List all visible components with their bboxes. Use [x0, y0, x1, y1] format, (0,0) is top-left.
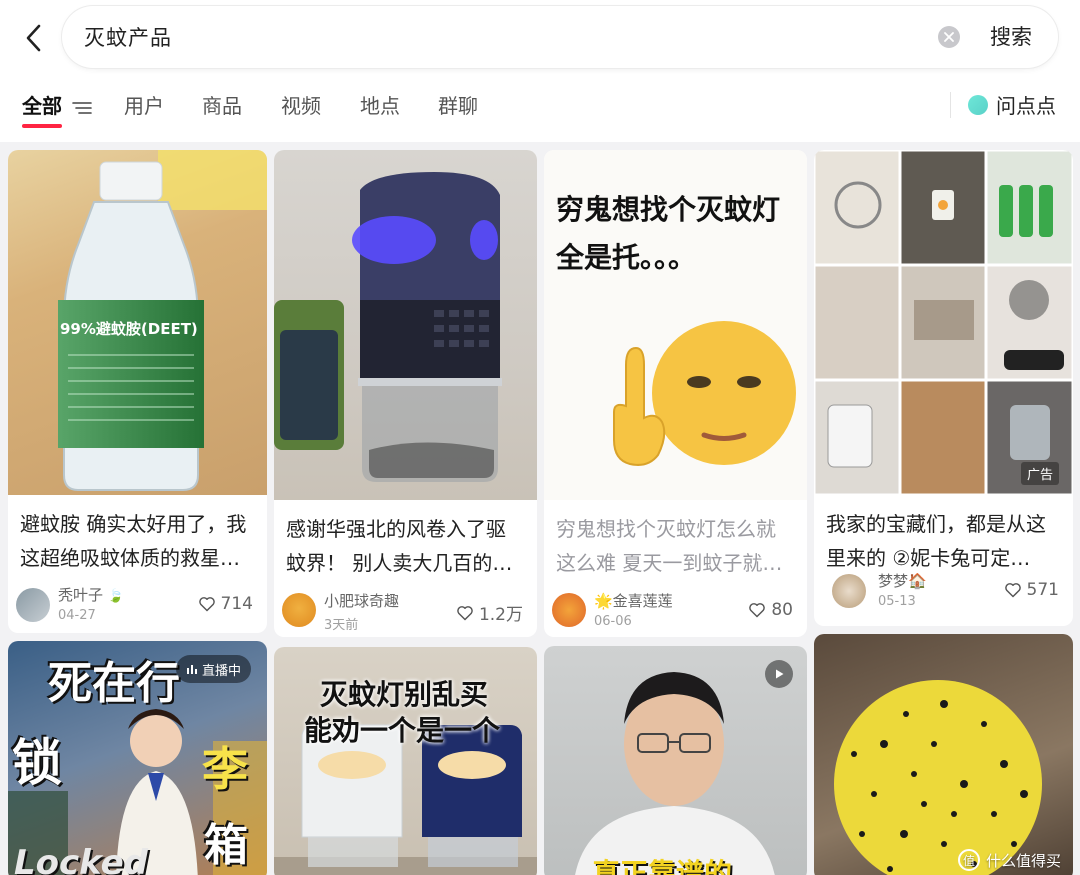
note-card[interactable]: 广告 我家的宝藏们，都是从这里来的 ②妮卡兔可定… 梦梦🏠 05-13 571: [814, 150, 1073, 626]
search-results-page: 灭蚊产品 搜索 全部 用户 商品 视频 地点 群聊 问点点 99%避蚊胺(DEE…: [0, 0, 1080, 875]
image-text-line2: 能劝一个是一个: [304, 714, 501, 747]
card-image: 穷鬼想找个灭蚊灯 全是托。。。: [544, 150, 807, 500]
live-title-5: Locked: [14, 843, 148, 875]
note-card[interactable]: 感谢华强北的风卷入了驱蚊界！ 别人卖大几百的… 小肥球奇趣 3天前 1.2万: [274, 150, 537, 637]
note-card[interactable]: 值 什么值得买: [814, 634, 1073, 875]
sticky-trap-ball-image: [834, 680, 1042, 875]
card-image: [274, 150, 537, 500]
ask-bubble-icon: [968, 94, 988, 115]
avatar[interactable]: [282, 593, 316, 627]
card-image: 死在行 锁 李 箱 Locked 直播中: [8, 641, 267, 875]
card-image: 99%避蚊胺(DEET): [8, 150, 267, 495]
live-title-1: 死在行: [48, 658, 180, 709]
search-button[interactable]: 搜索: [990, 21, 1032, 51]
live-title-2: 锁: [12, 734, 62, 792]
video-card[interactable]: 真正靠谱的: [544, 646, 807, 875]
post-date: 04-27: [58, 608, 96, 623]
bottle-label: 99%避蚊胺(DEET): [60, 320, 198, 338]
heart-icon: [749, 603, 766, 618]
author-name: 秃叶子 🍃: [58, 584, 124, 605]
author-name: 梦梦🏠: [878, 572, 927, 590]
back-button[interactable]: [16, 20, 52, 56]
smzdm-logo-icon: 值: [957, 849, 980, 871]
card-image: 灭蚊灯别乱买 能劝一个是一个: [274, 647, 537, 875]
ad-badge: 广告: [1020, 462, 1059, 485]
active-tab-indicator: [22, 124, 62, 128]
card-caption: 穷鬼想找个灭蚊灯怎么就这么难 夏天一到蚊子就…: [556, 517, 783, 575]
live-bars-icon: [186, 665, 197, 674]
card-caption: 我家的宝藏们，都是从这里来的 ②妮卡兔可定…: [826, 512, 1046, 570]
tab-groups[interactable]: 群聊: [438, 90, 478, 119]
avatar[interactable]: [16, 588, 50, 622]
tab-label: 全部: [22, 94, 62, 118]
heart-icon: [457, 605, 473, 620]
product-collage-image: [814, 150, 1073, 495]
top-bar: 灭蚊产品 搜索: [0, 0, 1080, 78]
avatar[interactable]: [832, 574, 866, 608]
tab-all[interactable]: 全部: [22, 90, 93, 119]
heart-icon: [198, 597, 215, 612]
tab-videos[interactable]: 视频: [281, 90, 321, 119]
mosquito-lamp-image: [274, 172, 502, 482]
image-text-line1: 灭蚊灯别乱买: [320, 678, 489, 711]
like-count: 80: [771, 600, 793, 620]
like-count: 571: [1026, 580, 1059, 600]
post-date: 06-06: [594, 614, 632, 629]
divider: [950, 92, 951, 118]
tab-users[interactable]: 用户: [124, 90, 164, 119]
like-button[interactable]: 80: [748, 600, 793, 620]
live-title-4: 箱: [204, 820, 248, 871]
card-caption: 避蚊胺 确实太好用了，我这超绝吸蚊体质的救星…: [20, 512, 247, 570]
like-button[interactable]: 1.2万: [456, 600, 523, 625]
search-query[interactable]: 灭蚊产品: [84, 22, 172, 52]
post-date: 05-13: [878, 594, 916, 609]
chevron-left-icon: [26, 24, 41, 52]
leaf-icon: 🍃: [107, 589, 124, 604]
avatar[interactable]: [552, 593, 586, 627]
note-card[interactable]: 灭蚊灯别乱买 能劝一个是一个: [274, 647, 537, 875]
clear-icon[interactable]: [938, 26, 960, 48]
like-button[interactable]: 571: [1004, 580, 1059, 600]
watermark: 值 什么值得买: [957, 849, 1061, 871]
live-card[interactable]: 死在行 锁 李 箱 Locked 直播中: [8, 641, 267, 875]
author-name: 小肥球奇趣: [324, 592, 400, 610]
watermark-text: 什么值得买: [985, 851, 1061, 870]
like-button[interactable]: 714: [198, 594, 253, 614]
note-card[interactable]: 穷鬼想找个灭蚊灯 全是托。。。 穷鬼想找个灭蚊灯怎么就这么难 夏天一到蚊子就… …: [544, 150, 807, 637]
video-subtitle: 真正靠谱的: [592, 857, 733, 875]
live-title-3: 李: [202, 742, 248, 796]
live-badge: 直播中: [175, 655, 251, 683]
ask-label: 问点点: [996, 94, 1056, 118]
ask-button[interactable]: 问点点: [968, 90, 1056, 119]
post-date: 3天前: [324, 618, 359, 633]
play-icon: [765, 660, 793, 688]
tab-places[interactable]: 地点: [360, 90, 400, 119]
emoji-face-image: [613, 321, 796, 466]
card-caption: 感谢华强北的风卷入了驱蚊界！ 别人卖大几百的…: [286, 517, 513, 575]
filter-tabs: 全部 用户 商品 视频 地点 群聊 问点点: [0, 78, 1080, 142]
tab-products[interactable]: 商品: [202, 90, 242, 119]
like-count: 714: [220, 594, 253, 614]
filter-icon: [72, 101, 92, 114]
card-image: 真正靠谱的: [544, 646, 807, 875]
search-field[interactable]: 灭蚊产品 搜索: [62, 6, 1058, 68]
live-label: 直播中: [201, 663, 241, 679]
author-text: 秃叶子: [58, 586, 104, 604]
card-image: 广告: [814, 150, 1073, 495]
card-image: 值 什么值得买: [814, 634, 1073, 875]
heart-icon: [1004, 583, 1021, 598]
like-count: 1.2万: [478, 605, 523, 625]
author-name: 🌟金喜莲莲: [594, 592, 673, 610]
note-card[interactable]: 99%避蚊胺(DEET) 避蚊胺 确实太好用了，我这超绝吸蚊体质的救星… 秃叶子…: [8, 150, 267, 633]
